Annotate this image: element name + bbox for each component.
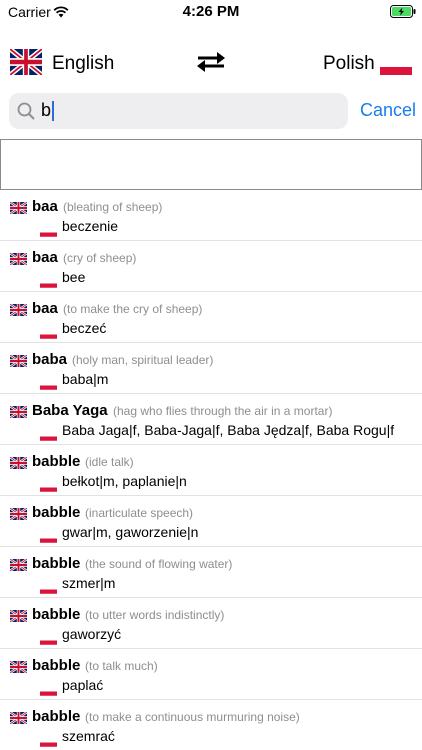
entry-note: (to utter words indistinctly) <box>85 608 225 622</box>
search-row: b Cancel <box>0 86 422 138</box>
poland-flag-icon <box>40 632 57 645</box>
list-item[interactable]: babble (idle talk) bełkot|m, paplanie|n <box>0 445 422 496</box>
entry-note: (idle talk) <box>85 455 134 469</box>
swap-arrows-icon[interactable] <box>195 51 227 78</box>
uk-flag-icon <box>9 252 28 270</box>
uk-flag-icon <box>9 354 28 372</box>
entry-translation: gaworzyć <box>62 626 122 642</box>
entry-term: babble <box>32 555 81 572</box>
entry-translation: gwar|m, gaworzenie|n <box>62 524 199 540</box>
target-language-label[interactable]: Polish <box>323 53 375 75</box>
search-input[interactable]: b <box>9 93 348 129</box>
uk-flag-icon <box>9 660 28 678</box>
poland-flag-icon <box>40 683 57 696</box>
poland-flag-icon <box>40 581 57 594</box>
entry-note: (hag who flies through the air in a mort… <box>113 404 333 418</box>
poland-flag-icon <box>40 530 57 543</box>
entry-translation: bee <box>62 269 86 285</box>
entry-translation: paplać <box>62 677 104 693</box>
entry-term: babble <box>32 606 81 623</box>
entry-note: (cry of sheep) <box>63 251 137 265</box>
entry-term: babble <box>32 504 81 521</box>
entry-term: babble <box>32 708 81 725</box>
entry-translation: szmer|m <box>62 575 116 591</box>
entry-translation: szemrać <box>62 728 115 744</box>
entry-note: (bleating of sheep) <box>63 200 163 214</box>
entry-translation: beczeć <box>62 320 107 336</box>
search-query-text[interactable]: b <box>41 100 55 122</box>
uk-flag-icon <box>9 456 28 474</box>
list-item[interactable]: babble (to make a continuous murmuring no… <box>0 700 422 750</box>
entry-note: (the sound of flowing water) <box>85 557 233 571</box>
entry-note: (to make a continuous murmuring noise) <box>85 710 300 724</box>
battery-charging-icon <box>390 5 416 23</box>
poland-flag-icon <box>40 479 57 492</box>
uk-flag-icon <box>9 609 28 627</box>
entry-note: (holy man, spiritual leader) <box>72 353 214 367</box>
entry-translation: Baba Jaga|f, Baba-Jaga|f, Baba Jędza|f, … <box>62 422 395 438</box>
entry-term: baa <box>32 249 58 266</box>
list-item[interactable]: baa (to make the cry of sheep) beczeć <box>0 292 422 343</box>
source-language-label[interactable]: English <box>52 53 114 75</box>
entry-term: Baba Yaga <box>32 402 108 419</box>
list-item[interactable]: babble (to utter words indistinctly) gawor… <box>0 598 422 649</box>
uk-flag-icon <box>9 507 28 525</box>
entry-term: baa <box>32 198 58 215</box>
poland-flag-icon <box>40 275 57 288</box>
list-item[interactable]: babble (to talk much) paplać <box>0 649 422 700</box>
poland-flag-icon <box>40 326 57 339</box>
poland-flag-icon <box>40 224 57 237</box>
entry-term: baa <box>32 300 58 317</box>
cancel-button[interactable]: Cancel <box>360 100 416 121</box>
poland-flag-icon <box>40 428 57 441</box>
list-item[interactable]: Baba Yaga (hag who flies through the air … <box>0 394 422 445</box>
entry-translation: beczenie <box>62 218 119 234</box>
text-caret <box>52 101 55 122</box>
poland-flag-icon <box>40 734 57 747</box>
list-item[interactable]: baa (bleating of sheep) beczenie <box>0 190 422 241</box>
list-item[interactable]: baa (cry of sheep) bee <box>0 241 422 292</box>
uk-flag-icon <box>9 711 28 729</box>
uk-flag-icon <box>9 303 28 321</box>
list-item[interactable]: baba (holy man, spiritual leader) baba|m <box>0 343 422 394</box>
poland-flag-icon[interactable] <box>380 59 412 75</box>
uk-flag-icon <box>9 201 28 219</box>
list-item[interactable]: babble (inarticulate speech) gwar|m, gawor… <box>0 496 422 547</box>
entry-term: babble <box>32 657 81 674</box>
entry-translation: baba|m <box>62 371 109 387</box>
entry-note: (to talk much) <box>85 659 158 673</box>
entry-note: (to make the cry of sheep) <box>63 302 203 316</box>
entry-term: baba <box>32 351 68 368</box>
poland-flag-icon <box>40 377 57 390</box>
status-bar: Carrier 4:26 PM <box>0 0 422 24</box>
clock: 4:26 PM <box>182 3 240 20</box>
entry-term: babble <box>32 453 81 470</box>
empty-panel <box>0 139 422 190</box>
uk-flag-icon[interactable] <box>8 46 44 80</box>
uk-flag-icon <box>9 558 28 576</box>
language-bar: English Polish <box>0 40 422 86</box>
results-list[interactable]: baa (bleating of sheep) beczenie baa (cry of… <box>0 190 422 750</box>
list-item[interactable]: babble (the sound of flowing water) szmer|… <box>0 547 422 598</box>
search-icon <box>17 102 35 125</box>
entry-translation: bełkot|m, paplanie|n <box>62 473 187 489</box>
uk-flag-icon <box>9 405 28 423</box>
entry-note: (inarticulate speech) <box>85 506 194 520</box>
